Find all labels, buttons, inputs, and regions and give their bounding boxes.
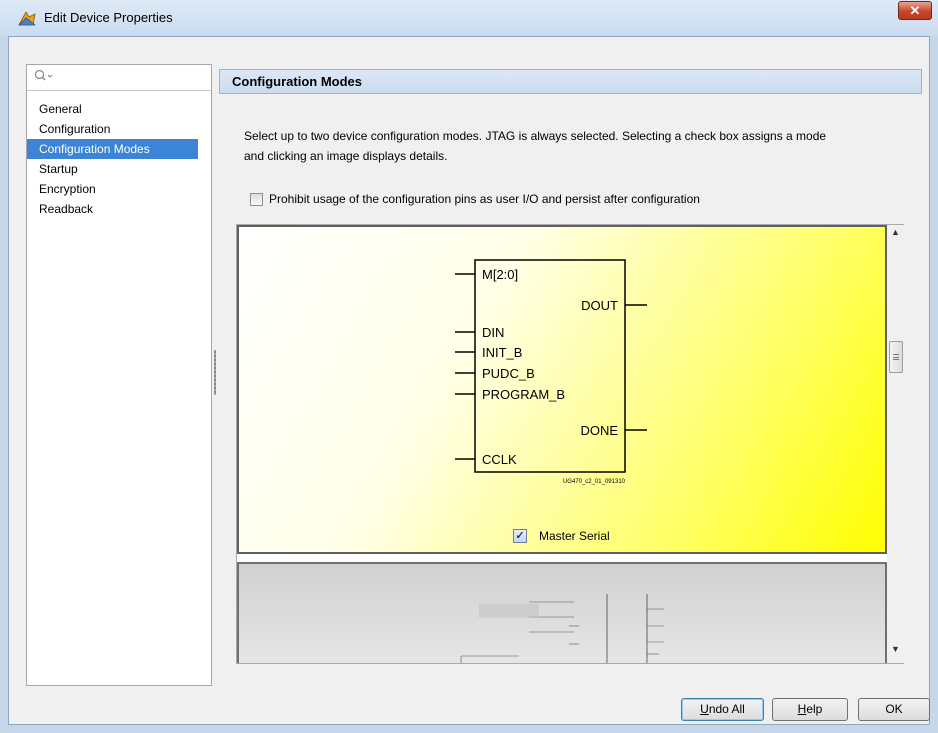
help-label: elp [806,702,823,716]
pin-label-program-b: PROGRAM_B [482,387,565,402]
mode-card-master-serial[interactable]: M[2:0] DIN INIT_B PUDC_B PROGRAM_B CCLK … [237,225,887,554]
figure-id: UG470_c2_01_091310 [563,479,626,485]
section-title: Configuration Modes [232,74,362,89]
scroll-down-arrow-icon[interactable]: ▼ [887,644,904,661]
nav-search-input[interactable] [27,65,211,91]
pin-label-init-b: INIT_B [482,345,522,360]
pin-label-din: DIN [482,325,504,340]
window-title: Edit Device Properties [44,10,173,25]
description-line-2: and clicking an image displays details. [244,149,448,163]
undo-label: ndo All [708,702,745,716]
master-serial-checkbox[interactable]: ✓ [513,529,527,543]
pin-label-done: DONE [580,423,618,438]
title-bar: Edit Device Properties ✕ [0,0,938,36]
prohibit-pins-option[interactable]: Prohibit usage of the configuration pins… [250,192,700,206]
pin-label-cclk: CCLK [482,452,517,467]
ok-button[interactable]: OK [858,698,930,721]
scroll-up-arrow-icon[interactable]: ▲ [887,227,904,244]
scroll-thumb[interactable] [889,341,903,373]
master-serial-option[interactable]: ✓ Master Serial [513,529,610,543]
pin-label-m: M[2:0] [482,267,518,282]
undo-mnemonic: U [700,702,709,716]
nav-item-configuration[interactable]: Configuration [27,119,211,139]
nav-item-startup[interactable]: Startup [27,159,211,179]
master-serial-diagram[interactable]: M[2:0] DIN INIT_B PUDC_B PROGRAM_B CCLK … [239,227,885,552]
nav-list: General Configuration Configuration Mode… [27,99,211,219]
undo-all-button[interactable]: Undo All [681,698,764,721]
next-mode-diagram [460,594,664,663]
section-description: Select up to two device configuration mo… [244,126,904,166]
section-header: Configuration Modes [219,69,922,94]
help-button[interactable]: Help [772,698,848,721]
search-icon [34,69,53,81]
dialog-window: Edit Device Properties ✕ General Configu… [0,0,938,733]
close-icon: ✕ [909,2,921,18]
nav-panel: General Configuration Configuration Mode… [26,64,212,686]
nav-item-encryption[interactable]: Encryption [27,179,211,199]
pin-label-pudc-b: PUDC_B [482,366,535,381]
description-line-1: Select up to two device configuration mo… [244,129,827,143]
app-icon [18,11,36,26]
pin-label-dout: DOUT [581,298,618,313]
vertical-scrollbar[interactable]: ▲ ▼ [887,225,904,663]
close-button[interactable]: ✕ [898,1,932,20]
grip-icon [893,354,899,360]
mode-card-next[interactable] [237,562,887,663]
master-serial-label: Master Serial [539,529,610,543]
panel-splitter[interactable] [214,350,216,395]
modes-scroll-area[interactable]: M[2:0] DIN INIT_B PUDC_B PROGRAM_B CCLK … [236,224,904,664]
nav-item-general[interactable]: General [27,99,211,119]
prohibit-pins-checkbox[interactable] [250,192,263,206]
nav-item-readback[interactable]: Readback [27,199,211,219]
prohibit-pins-label: Prohibit usage of the configuration pins… [269,192,700,206]
nav-item-configuration-modes[interactable]: Configuration Modes [27,139,198,159]
